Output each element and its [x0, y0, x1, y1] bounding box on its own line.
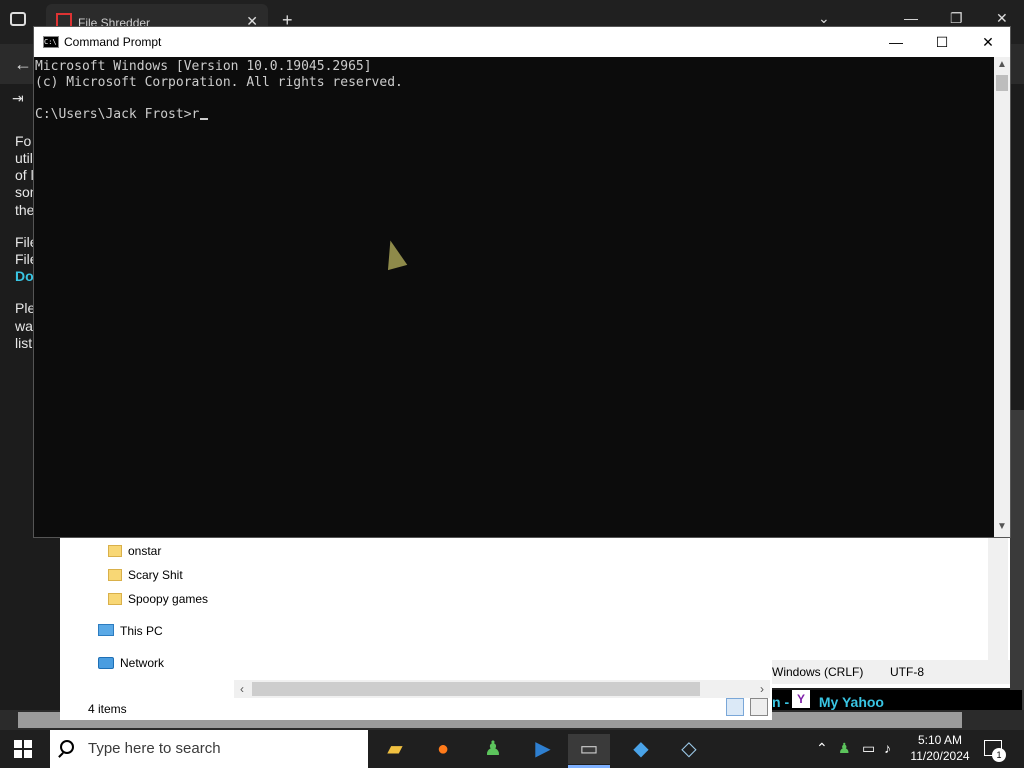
yahoo-icon: Y	[792, 690, 810, 708]
recycle-bin-icon[interactable]: ◆	[626, 734, 656, 764]
command-prompt-window: C:\ Command Prompt — ☐ ✕ Microsoft Windo…	[33, 26, 1011, 538]
this-pc-icon	[98, 624, 114, 636]
browser-scrollbar[interactable]	[1010, 410, 1024, 710]
cmd-title: Command Prompt	[64, 35, 162, 49]
search-placeholder[interactable]: Type here to search	[88, 740, 221, 757]
tabs-menu-icon[interactable]	[10, 12, 26, 26]
minimize-icon[interactable]: —	[874, 31, 918, 53]
download-link[interactable]: Do	[15, 268, 34, 284]
nav-item-spoopy-games[interactable]: Spoopy games	[128, 592, 208, 606]
powershell-icon[interactable]: ▶	[528, 734, 558, 764]
windows-start-icon[interactable]	[14, 740, 32, 758]
nav-item-scary-shit[interactable]: Scary Shit	[128, 568, 183, 582]
page-text: the	[15, 202, 35, 218]
page-text: of l	[15, 167, 34, 183]
page-text: list	[15, 335, 33, 351]
command-prompt-icon[interactable]: ▭	[568, 734, 610, 764]
folder-icon	[108, 545, 122, 557]
console-line: (c) Microsoft Corporation. All rights re…	[35, 75, 403, 90]
clock-time: 5:10 AM	[917, 733, 963, 747]
my-yahoo-link[interactable]: My Yahoo	[819, 694, 884, 710]
scroll-down-icon[interactable]: ▼	[997, 521, 1007, 532]
file-explorer-icon[interactable]: ▰	[380, 734, 410, 764]
maximize-icon[interactable]: ☐	[920, 31, 964, 53]
line-ending-status: Windows (CRLF)	[772, 665, 864, 679]
console-line: Microsoft Windows [Version 10.0.19045.29…	[35, 59, 372, 74]
firefox-icon[interactable]: ●	[428, 734, 458, 764]
restore-icon[interactable]: ❐	[950, 10, 963, 27]
nav-item-network[interactable]: Network	[120, 656, 164, 670]
console-prompt: C:\Users\Jack Frost>r	[35, 107, 200, 122]
encoding-status: UTF-8	[890, 665, 924, 679]
yahoo-fragment: n - My Yahoo	[772, 694, 884, 710]
login-icon[interactable]: ⇥	[12, 90, 24, 107]
close-icon[interactable]: ✕	[996, 10, 1008, 27]
page-text: Fo	[15, 133, 32, 149]
chevron-up-icon[interactable]: ⌃	[816, 740, 828, 757]
large-icons-view-icon[interactable]	[750, 698, 768, 716]
cmd-icon: C:\	[43, 36, 59, 48]
notification-badge: 1	[992, 748, 1006, 762]
yahoo-prefix: n -	[772, 694, 793, 710]
console-prompt-line: C:\Users\Jack Frost>r	[35, 107, 994, 123]
notepad-icon[interactable]: ◇	[674, 734, 704, 764]
back-arrow-icon[interactable]: ←	[14, 54, 32, 75]
explorer-hscroll-thumb[interactable]	[252, 682, 700, 696]
close-icon[interactable]: ✕	[966, 31, 1010, 53]
chevron-down-icon[interactable]: ⌄	[818, 10, 830, 27]
minimize-icon[interactable]: —	[904, 10, 918, 26]
folder-icon	[108, 569, 122, 581]
taskbar-clock[interactable]: 5:10 AM 11/20/2024	[908, 732, 972, 764]
page-text: wa	[15, 318, 33, 334]
scroll-right-icon[interactable]: ›	[760, 682, 764, 696]
network-status-icon[interactable]: ▭	[862, 740, 875, 757]
console-output[interactable]: Microsoft Windows [Version 10.0.19045.29…	[34, 57, 994, 537]
text-cursor	[200, 118, 209, 120]
details-view-icon[interactable]	[726, 698, 744, 716]
cmd-scroll-thumb[interactable]	[996, 75, 1008, 91]
editor-statusbar: Windows (CRLF) UTF-8	[772, 660, 1010, 684]
speaker-icon[interactable]: ♪	[884, 740, 891, 756]
people-tray-icon[interactable]: ♟	[838, 740, 851, 757]
editor-scrollbar[interactable]	[988, 538, 1008, 660]
cmd-scrollbar[interactable]	[994, 57, 1010, 537]
page-text: util	[15, 150, 33, 166]
scroll-up-icon[interactable]: ▲	[997, 59, 1007, 70]
nav-item-onstar[interactable]: onstar	[128, 544, 161, 558]
item-count: 4 items	[88, 702, 127, 716]
scroll-left-icon[interactable]: ‹	[240, 682, 244, 696]
clock-date: 11/20/2024	[910, 749, 970, 763]
cmd-titlebar[interactable]: C:\ Command Prompt — ☐ ✕	[34, 27, 1010, 57]
people-icon[interactable]: ♟	[478, 734, 508, 764]
folder-icon	[108, 593, 122, 605]
network-icon	[98, 657, 114, 669]
nav-item-this-pc[interactable]: This PC	[120, 624, 163, 638]
